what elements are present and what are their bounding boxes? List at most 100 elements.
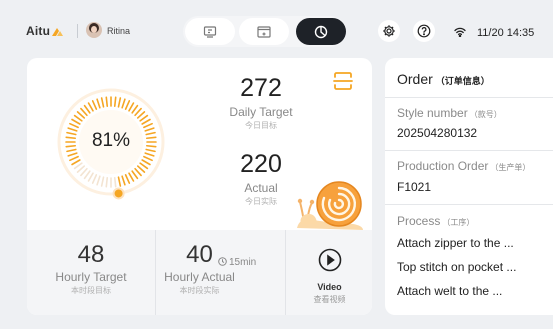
tab-statistics[interactable] bbox=[296, 18, 346, 45]
gauge-tick bbox=[83, 170, 91, 180]
gauge-tick bbox=[69, 155, 79, 162]
gauge-tick bbox=[71, 118, 81, 125]
production-card: 81% 272 Daily Target 今日目标 220 Actual 今日实… bbox=[27, 58, 372, 315]
style-number-label: Style number （款号） bbox=[397, 106, 502, 120]
gauge-tick bbox=[143, 155, 153, 162]
process-item[interactable]: Attach zipper to the ... bbox=[397, 236, 514, 250]
help-icon bbox=[417, 24, 431, 38]
gauge-tick bbox=[136, 111, 146, 119]
pie-chart-icon bbox=[314, 25, 328, 38]
brand-mark-icon bbox=[52, 28, 64, 36]
production-order-label-text: Production Order bbox=[397, 159, 489, 173]
user-name: Ritina bbox=[107, 26, 131, 36]
gauge-tick bbox=[117, 176, 122, 187]
gauge-tick bbox=[128, 102, 135, 112]
style-number-label-cn: （款号） bbox=[469, 110, 502, 119]
gauge-tick bbox=[80, 167, 88, 177]
daily-target-label: Daily Target bbox=[229, 105, 293, 119]
tab-device[interactable] bbox=[185, 18, 235, 45]
process-item[interactable]: Attach welt to the ... bbox=[397, 284, 502, 298]
gauge-tick bbox=[121, 98, 126, 109]
gauge-tick bbox=[113, 177, 117, 188]
gauge-tick bbox=[96, 98, 101, 109]
daily-target-value: 272 bbox=[240, 74, 282, 102]
snail-illustration bbox=[297, 181, 363, 230]
gauge-tick bbox=[80, 107, 88, 117]
gauge-knob bbox=[112, 187, 125, 200]
brand-name: Aitu bbox=[26, 24, 51, 38]
help-button[interactable] bbox=[413, 20, 435, 42]
production-order-label: Production Order （生产单） bbox=[397, 159, 530, 173]
video-button[interactable]: Video 查看视频 bbox=[287, 248, 372, 305]
order-title-cn: （订单信息） bbox=[435, 76, 490, 86]
gauge-tick bbox=[71, 159, 81, 166]
gauge-tick bbox=[131, 104, 139, 114]
process-label-text: Process bbox=[397, 214, 441, 228]
gauge-tick bbox=[105, 177, 109, 188]
gauge-tick bbox=[131, 170, 139, 180]
daily-actual-value: 220 bbox=[240, 150, 282, 178]
brand-logo: Aitu bbox=[26, 24, 64, 38]
gauge-tick bbox=[91, 174, 98, 184]
gauge-tick bbox=[124, 100, 131, 110]
hourly-target-label: Hourly Target bbox=[55, 270, 127, 284]
daily-target-sublabel: 今日目标 bbox=[245, 121, 277, 130]
style-number-label-text: Style number bbox=[397, 106, 468, 120]
header-divider bbox=[77, 24, 78, 38]
gauge-tick bbox=[83, 104, 91, 114]
hourly-target-value: 48 bbox=[77, 241, 105, 268]
order-panel: Order （订单信息） Style number （款号） 20250428013… bbox=[385, 58, 553, 315]
gauge-tick bbox=[73, 162, 83, 170]
gear-icon bbox=[383, 25, 395, 37]
gauge-tick bbox=[105, 96, 109, 107]
video-sublabel: 查看视频 bbox=[313, 295, 346, 304]
production-order-value: F1021 bbox=[397, 180, 432, 194]
divider bbox=[285, 230, 286, 315]
hourly-target-sublabel: 本时段目标 bbox=[71, 286, 111, 295]
settings-button[interactable] bbox=[378, 20, 400, 42]
style-number-value: 202504280132 bbox=[397, 126, 478, 140]
gauge-tick bbox=[69, 122, 79, 129]
top-bar: Aitu Ritina 11/20 14:35 bbox=[0, 0, 553, 62]
gauge-tick bbox=[100, 97, 105, 108]
gauge-tick bbox=[87, 102, 94, 112]
view-switcher bbox=[183, 16, 346, 47]
hourly-actual-label: Hourly Actual bbox=[164, 270, 235, 284]
hour-timer-value: 15min bbox=[229, 257, 257, 268]
order-title: Order （订单信息） bbox=[397, 71, 490, 87]
gauge-tick bbox=[139, 114, 149, 122]
daily-target: 272 Daily Target 今日目标 bbox=[206, 76, 316, 131]
gauge-tick bbox=[141, 118, 151, 125]
gauge-tick bbox=[113, 96, 117, 107]
process-item[interactable]: Top stitch on pocket ... bbox=[397, 260, 516, 274]
clock: 11/20 14:35 bbox=[477, 27, 535, 39]
gauge-tick bbox=[67, 152, 78, 157]
gauge-tick bbox=[76, 111, 86, 119]
production-order-label-cn: （生产单） bbox=[490, 163, 531, 172]
divider bbox=[385, 97, 553, 98]
tab-screen[interactable] bbox=[239, 18, 289, 45]
hourly-actual: 40 Hourly Actual 本时段实际 bbox=[147, 243, 252, 296]
gauge-tick bbox=[100, 176, 105, 187]
gauge-tick bbox=[139, 162, 149, 170]
gauge-tick bbox=[143, 122, 153, 129]
avatar[interactable] bbox=[86, 22, 102, 38]
divider bbox=[385, 150, 553, 151]
gauge-tick bbox=[134, 107, 142, 117]
process-label: Process （工序） bbox=[397, 214, 474, 228]
gauge-tick bbox=[124, 174, 131, 184]
gauge-tick bbox=[121, 175, 126, 186]
document-icon[interactable] bbox=[332, 70, 354, 92]
hour-timer: 15min bbox=[218, 257, 256, 268]
process-label-cn: （工序） bbox=[442, 218, 475, 227]
play-icon bbox=[318, 248, 341, 272]
hourly-actual-sublabel: 本时段实际 bbox=[179, 286, 220, 295]
progress-percent: 81% bbox=[91, 130, 131, 151]
gauge-tick bbox=[87, 172, 94, 182]
gauge-tick bbox=[128, 172, 135, 182]
hourly-target: 48 Hourly Target 本时段目标 bbox=[41, 243, 141, 296]
gauge-tick bbox=[91, 100, 98, 110]
gauge-tick bbox=[96, 175, 101, 186]
wifi-icon bbox=[454, 27, 466, 37]
gauge-tick bbox=[136, 165, 146, 173]
